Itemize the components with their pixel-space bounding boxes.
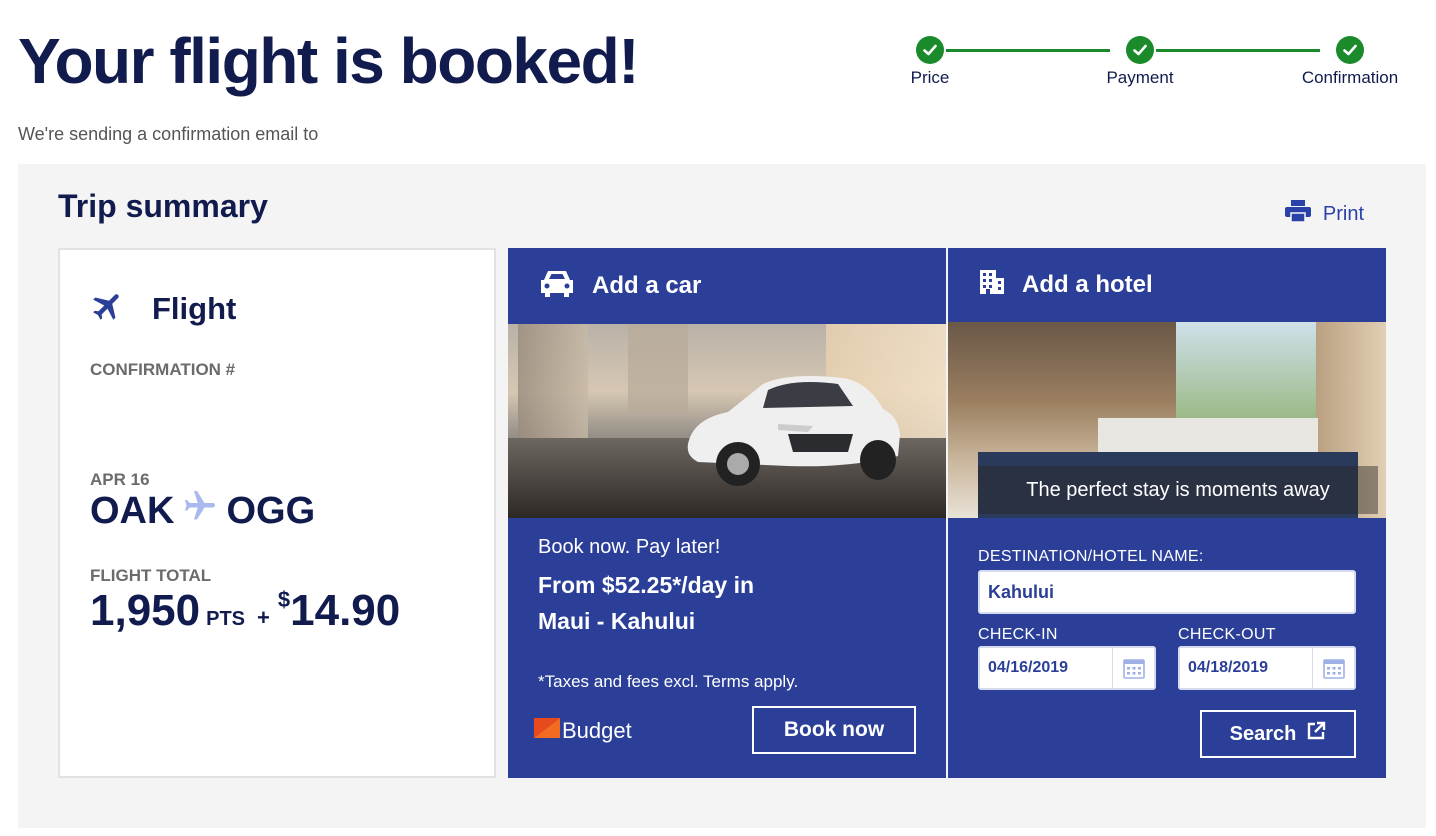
points-unit: PTS <box>206 608 246 630</box>
currency-symbol: $ <box>277 587 291 612</box>
confirmation-label: CONFIRMATION # <box>90 360 236 379</box>
trip-summary-panel: Trip summary Print Flight CONFIRMATION #… <box>18 164 1426 828</box>
budget-logo: Budget <box>534 718 632 744</box>
flight-total-label: FLIGHT TOTAL <box>90 566 212 585</box>
check-icon <box>1336 36 1364 64</box>
add-hotel-heading: Add a hotel <box>948 248 1386 322</box>
origin-code: OAK <box>90 489 175 532</box>
print-button[interactable]: Print <box>1284 200 1364 228</box>
confirmation-email-text: We're sending a confirmation email to <box>18 124 319 144</box>
destination-label: DESTINATION/HOTEL NAME: <box>978 548 1204 565</box>
car-promo-image <box>508 324 946 518</box>
checkout-field: CHECK-OUT <box>1178 626 1356 690</box>
flight-card: Flight CONFIRMATION # APR 16 OAK OGG FLI… <box>58 248 496 778</box>
car-offer-tagline: Book now. Pay later! <box>538 536 721 558</box>
plus-sign: + <box>257 605 270 630</box>
calendar-icon[interactable] <box>1112 648 1154 688</box>
hotel-building-icon <box>978 268 1006 303</box>
add-car-heading: Add a car <box>508 248 946 324</box>
car-icon <box>538 268 576 305</box>
step-label: Payment <box>1106 68 1174 87</box>
progress-step-price: Price <box>870 36 990 88</box>
checkin-field: CHECK-IN <box>978 626 1156 690</box>
check-icon <box>916 36 944 64</box>
flight-date: APR 16 <box>90 470 150 489</box>
printer-icon <box>1284 200 1311 228</box>
add-car-card: Add a car Book now. Pay later! From $52.… <box>508 248 946 778</box>
add-hotel-card: Add a hotel The perfect stay is moments … <box>948 248 1386 778</box>
checkin-label: CHECK-IN <box>978 626 1058 643</box>
check-icon <box>1126 36 1154 64</box>
progress-step-payment: Payment <box>1080 36 1200 88</box>
flight-heading: Flight <box>90 288 236 329</box>
checkout-input[interactable] <box>1180 648 1312 688</box>
destination-code: OGG <box>226 489 316 532</box>
hotel-image-caption: The perfect stay is moments away <box>978 466 1378 514</box>
airplane-route-icon <box>180 488 220 534</box>
date-fields: CHECK-IN CHECK-OUT <box>978 626 1356 690</box>
trip-summary-title: Trip summary <box>58 188 268 224</box>
car-offer: Book now. Pay later! From $52.25*/day in… <box>508 518 946 639</box>
progress-step-confirmation: Confirmation <box>1290 36 1410 88</box>
car-offer-price: From $52.25*/day in Maui - Kahului <box>538 572 755 634</box>
checkin-input[interactable] <box>980 648 1112 688</box>
hotel-search-button[interactable]: Search <box>1200 710 1356 758</box>
calendar-icon[interactable] <box>1312 648 1354 688</box>
page-title: Your flight is booked! <box>18 25 640 97</box>
booking-progress: Price Payment Confirmation <box>900 36 1420 96</box>
car-terms: *Taxes and fees excl. Terms apply. <box>538 672 799 691</box>
budget-wordmark: Budget <box>562 718 632 743</box>
hotel-promo-image: The perfect stay is moments away <box>948 322 1386 518</box>
hotel-search-form: DESTINATION/HOTEL NAME: CHECK-IN CHECK-O… <box>948 518 1386 690</box>
flight-total: 1,950 PTS + $ 14.90 <box>90 586 400 636</box>
step-label: Confirmation <box>1301 68 1399 87</box>
destination-input[interactable] <box>978 570 1356 614</box>
search-button-label: Search <box>1229 722 1297 745</box>
flight-heading-label: Flight <box>152 290 237 326</box>
add-car-title: Add a car <box>592 272 702 299</box>
print-label: Print <box>1322 202 1364 225</box>
step-label: Price <box>910 68 950 87</box>
cash-amount: 14.90 <box>290 586 401 635</box>
airplane-icon <box>90 288 126 329</box>
points-amount: 1,950 <box>90 586 201 635</box>
budget-mark-icon <box>534 718 560 744</box>
checkout-label: CHECK-OUT <box>1178 626 1276 643</box>
add-hotel-title: Add a hotel <box>1022 271 1153 298</box>
external-link-icon <box>1306 721 1326 747</box>
checkout-picker <box>1178 646 1356 690</box>
book-car-button[interactable]: Book now <box>752 706 916 754</box>
flight-route: OAK OGG <box>90 488 315 534</box>
checkin-picker <box>978 646 1156 690</box>
